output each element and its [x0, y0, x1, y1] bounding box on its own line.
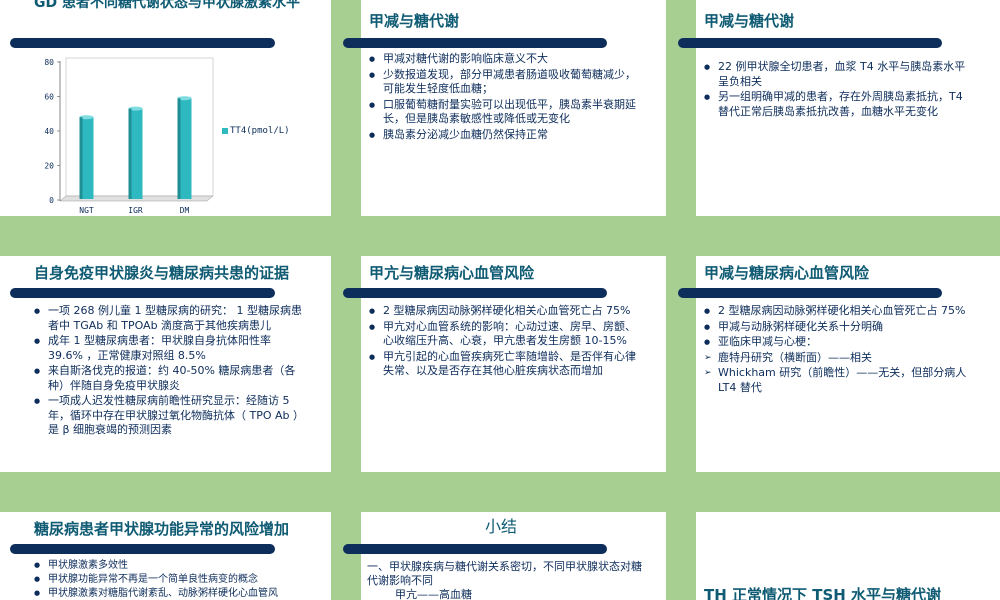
y-tick-label: 60 — [44, 93, 54, 102]
list-item: 甲减对糖代谢的影响临床意义不大 — [369, 52, 639, 67]
list-item: 一项 268 例儿童 1 型糖尿病的研究： 1 型糖尿病患者中 TGAb 和 T… — [34, 304, 304, 333]
summary-line: 甲亢——高血糖 — [395, 588, 472, 600]
y-tick-label: 20 — [44, 162, 54, 171]
y-tick-label: 40 — [44, 127, 54, 136]
title-underline — [343, 38, 607, 48]
list-item: 甲状腺激素多效性 — [34, 559, 309, 572]
x-tick-label: DM — [180, 206, 190, 215]
bullet-list: 2 型糖尿病因动脉粥样硬化相关心血管死亡占 75% 甲减与动脉粥样硬化关系十分明… — [704, 304, 974, 396]
list-item: 另一组明确甲减的患者，存在外周胰岛素抵抗，T4 替代正常后胰岛素抵抗改善，血糖水… — [704, 90, 974, 119]
list-item: 甲亢引起的心血管疾病死亡率随增龄、是否伴有心律失常、以及是否存在其他心脏疾病状态… — [369, 350, 639, 379]
y-tick-label: 0 — [49, 196, 54, 205]
chart-legend: TT4(pmol/L) — [222, 126, 290, 136]
slide-title: TH 正常情况下 TSH 水平与糖代谢 — [704, 586, 942, 600]
bullet-list: 2 型糖尿病因动脉粥样硬化相关心血管死亡占 75% 甲亢对心血管系统的影响：心动… — [369, 304, 639, 380]
list-item: 2 型糖尿病因动脉粥样硬化相关心血管死亡占 75% — [369, 304, 639, 319]
list-item: 甲减与动脉粥样硬化关系十分明确 — [704, 320, 974, 335]
list-item: 甲亢对心血管系统的影响：心动过速、房早、房颤、心收缩压升高、心衰，甲亢患者发生房… — [369, 320, 639, 349]
slide-6[interactable]: 甲减与糖尿病心血管风险 2 型糖尿病因动脉粥样硬化相关心血管死亡占 75% 甲减… — [670, 256, 1000, 472]
slide-title: 甲减与糖代谢 — [369, 12, 460, 30]
title-underline — [10, 38, 275, 48]
list-item: 少数报道发现，部分甲减患者肠道吸收葡萄糖减少，可能发生轻度低血糖； — [369, 68, 639, 97]
bar-shade — [177, 98, 181, 199]
slide-9[interactable]: TH 正常情况下 TSH 水平与糖代谢 — [670, 512, 1000, 600]
bar-shade — [79, 117, 83, 199]
slide-title: 小结 — [485, 517, 518, 536]
y-tick-label: 80 — [44, 58, 54, 67]
title-underline — [678, 288, 942, 298]
title-underline — [10, 288, 275, 298]
bullet-list: 甲减对糖代谢的影响临床意义不大 少数报道发现，部分甲减患者肠道吸收葡萄糖减少，可… — [369, 52, 639, 143]
list-item: 口服葡萄糖耐量实验可以出现低平，胰岛素半衰期延长，但是胰岛素敏感性或降低或无变化 — [369, 98, 639, 127]
slide-4[interactable]: 自身免疫甲状腺炎与糖尿病共患的证据 一项 268 例儿童 1 型糖尿病的研究： … — [0, 256, 331, 472]
slide-title: 甲亢与糖尿病心血管风险 — [369, 264, 535, 282]
slide-2[interactable]: 甲减与糖代谢 甲减对糖代谢的影响临床意义不大 少数报道发现，部分甲减患者肠道吸收… — [335, 0, 666, 216]
bullet-list: 一项 268 例儿童 1 型糖尿病的研究： 1 型糖尿病患者中 TGAb 和 T… — [34, 304, 304, 439]
slide-title: 糖尿病患者甲状腺功能异常的风险增加 — [34, 520, 290, 538]
slide-title: GD 患者不同糖代谢状态与甲状腺激素水平 — [34, 0, 300, 11]
list-subitem: 鹿特丹研究（横断面）——相关 — [704, 351, 974, 366]
slide-3[interactable]: 甲减与糖代谢 22 例甲状腺全切患者，血浆 T4 水平与胰岛素水平呈负相关 另一… — [670, 0, 1000, 216]
summary-text: 一、甲状腺疾病与糖代谢关系密切，不同甲状腺状态对糖代谢影响不同 甲亢——高血糖 — [367, 560, 642, 600]
list-item: 22 例甲状腺全切患者，血浆 T4 水平与胰岛素水平呈负相关 — [704, 60, 974, 89]
slide-5[interactable]: 甲亢与糖尿病心血管风险 2 型糖尿病因动脉粥样硬化相关心血管死亡占 75% 甲亢… — [335, 256, 666, 472]
list-item: 亚临床甲减与心梗： — [704, 335, 974, 350]
x-tick-label: IGR — [128, 206, 143, 215]
bullet-list: 甲状腺激素多效性 甲状腺功能异常不再是一个简单良性病变的概念 甲状腺激素对糖脂代… — [34, 559, 309, 600]
bullet-list: 22 例甲状腺全切患者，血浆 T4 水平与胰岛素水平呈负相关 另一组明确甲减的患… — [704, 60, 974, 120]
bar-shade — [128, 108, 132, 199]
slide-sorter-grid: GD 患者不同糖代谢状态与甲状腺激素水平 0 20 40 60 80 NGT IGR DM T… — [0, 0, 1000, 600]
title-underline — [343, 544, 607, 554]
list-item: 来自斯洛伐克的报道：约 40-50% 糖尿病患者（各种）伴随自身免疫甲状腺炎 — [34, 364, 304, 393]
list-item: 一项成人迟发性糖尿病前瞻性研究显示：经随访 5 年，循环中存在甲状腺过氧化物酶抗… — [34, 394, 304, 438]
slide-title: 甲减与糖尿病心血管风险 — [704, 264, 870, 282]
slide-title: 自身免疫甲状腺炎与糖尿病共患的证据 — [34, 264, 290, 282]
title-underline — [343, 288, 607, 298]
summary-line: 一、甲状腺疾病与糖代谢关系密切，不同甲状腺状态对糖代谢影响不同 — [367, 560, 642, 587]
list-subitem: Whickham 研究（前瞻性）——无关，但部分病人 LT4 替代 — [704, 366, 974, 395]
x-tick-label: NGT — [79, 206, 94, 215]
list-item: 甲状腺功能异常不再是一个简单良性病变的概念 — [34, 573, 309, 586]
slide-title: 甲减与糖代谢 — [704, 12, 795, 30]
legend-swatch — [222, 127, 228, 134]
slide-8[interactable]: 小结 一、甲状腺疾病与糖代谢关系密切，不同甲状腺状态对糖代谢影响不同 甲亢——高… — [335, 512, 666, 600]
list-item: 甲状腺激素对糖脂代谢紊乱、动脉粥样硬化心血管风 — [34, 587, 309, 600]
slide-7[interactable]: 糖尿病患者甲状腺功能异常的风险增加 甲状腺激素多效性 甲状腺功能异常不再是一个简… — [0, 512, 331, 600]
slide-1[interactable]: GD 患者不同糖代谢状态与甲状腺激素水平 0 20 40 60 80 NGT IGR DM T… — [0, 0, 331, 216]
title-underline — [678, 38, 942, 48]
list-item: 胰岛素分泌减少血糖仍然保持正常 — [369, 128, 639, 143]
title-underline — [10, 544, 275, 554]
list-item: 成年 1 型糖尿病患者：甲状腺自身抗体阳性率 39.6% ，正常健康对照组 8.… — [34, 334, 304, 363]
legend-label: TT4(pmol/L) — [230, 126, 290, 136]
list-item: 2 型糖尿病因动脉粥样硬化相关心血管死亡占 75% — [704, 304, 974, 319]
